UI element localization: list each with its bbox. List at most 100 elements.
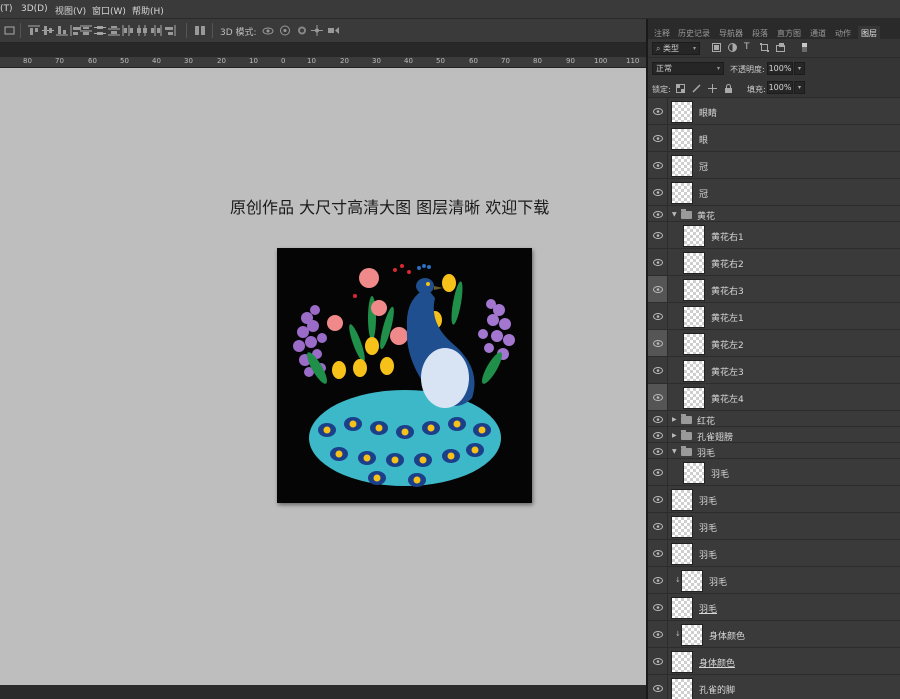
menu-item-type[interactable]: (T) <box>0 4 13 14</box>
menu-item-help[interactable]: 帮助(H) <box>132 4 164 17</box>
visibility-eye-icon[interactable] <box>648 179 668 205</box>
layer-row[interactable]: 黄花左3 <box>648 357 900 384</box>
layer-group-row[interactable]: ▶ 孔雀翅膀 <box>648 427 900 443</box>
visibility-eye-icon[interactable] <box>648 249 668 275</box>
layer-row[interactable]: 羽毛 <box>648 486 900 513</box>
pixel-filter-icon[interactable] <box>712 43 721 52</box>
visibility-eye-icon[interactable] <box>648 459 668 485</box>
layer-row[interactable]: 黄花左2 <box>648 330 900 357</box>
visibility-eye-icon[interactable] <box>648 152 668 178</box>
visibility-eye-icon[interactable] <box>648 357 668 383</box>
visibility-eye-icon[interactable] <box>648 675 668 699</box>
tab-navigator[interactable]: 导航器 <box>719 28 743 39</box>
fill-dropdown-button[interactable]: ▾ <box>794 81 805 94</box>
canvas-area[interactable]: 原创作品 大尺寸高清大图 图层清晰 欢迎下载 <box>0 68 646 685</box>
opacity-input[interactable]: 100% <box>767 62 793 75</box>
distribute-bottom-icon[interactable] <box>108 25 120 36</box>
layer-filter-select[interactable]: ⌕ 类型 ▾ <box>652 42 700 55</box>
layer-row[interactable]: 羽毛 <box>648 513 900 540</box>
visibility-eye-icon[interactable] <box>648 621 668 647</box>
layer-group-row[interactable]: ▶ 红花 <box>648 411 900 427</box>
visibility-eye-icon[interactable] <box>648 384 668 410</box>
layer-row[interactable]: 冠 <box>648 152 900 179</box>
3d-roll-icon[interactable] <box>279 25 291 36</box>
menu-item-3d[interactable]: 3D(D) <box>21 4 48 14</box>
visibility-eye-icon[interactable] <box>648 411 668 426</box>
tab-histogram[interactable]: 直方图 <box>777 28 801 39</box>
visibility-eye-icon[interactable] <box>648 222 668 248</box>
distribute-left-icon[interactable] <box>122 25 134 36</box>
group-collapse-chevron-right-icon[interactable]: ▶ <box>672 416 677 423</box>
tab-actions[interactable]: 动作 <box>835 28 851 39</box>
visibility-eye-icon[interactable] <box>648 427 668 442</box>
3d-rotate-icon[interactable] <box>262 25 274 36</box>
layer-row[interactable]: 羽毛 <box>648 594 900 621</box>
group-collapse-chevron-right-icon[interactable]: ▶ <box>672 432 677 439</box>
smart-object-filter-icon[interactable] <box>776 43 785 52</box>
layer-row[interactable]: ↓ 身体颜色 <box>648 621 900 648</box>
layer-row[interactable]: 眼 <box>648 125 900 152</box>
layer-row[interactable]: 羽毛 <box>648 459 900 486</box>
layer-row[interactable]: 黄花左1 <box>648 303 900 330</box>
auto-align-icon[interactable] <box>194 25 206 36</box>
visibility-eye-icon[interactable] <box>648 513 668 539</box>
visibility-eye-icon[interactable] <box>648 206 668 221</box>
transform-icon[interactable] <box>4 25 16 36</box>
layer-row[interactable]: 羽毛 <box>648 540 900 567</box>
3d-drag-icon[interactable] <box>296 25 308 36</box>
visibility-eye-icon[interactable] <box>648 567 668 593</box>
align-bottom-icon[interactable] <box>56 25 68 36</box>
visibility-eye-icon[interactable] <box>648 303 668 329</box>
3d-scale-icon[interactable] <box>327 25 339 36</box>
layer-group-row[interactable]: ▼ 黄花 <box>648 206 900 222</box>
visibility-eye-icon[interactable] <box>648 648 668 674</box>
layer-row[interactable]: 黄花右2 <box>648 249 900 276</box>
adjustment-filter-icon[interactable] <box>728 43 737 52</box>
lock-transparent-icon[interactable] <box>676 84 685 93</box>
distribute-top-icon[interactable] <box>80 25 92 36</box>
layers-list[interactable]: 眼睛眼冠冠 ▼ 黄花 黄花右1 黄花右2 黄花右3 黄花左1 黄花左2 黄花左3 黄花左4 ▶ 红花 ▶… <box>648 98 900 699</box>
layer-row[interactable]: 眼睛 <box>648 98 900 125</box>
tab-paragraph[interactable]: 段落 <box>752 28 768 39</box>
3d-slide-icon[interactable] <box>311 25 323 36</box>
visibility-eye-icon[interactable] <box>648 443 668 458</box>
blend-mode-select[interactable]: 正常 ▾ <box>652 62 724 75</box>
align-top-icon[interactable] <box>28 25 40 36</box>
type-filter-icon[interactable]: T <box>744 43 753 52</box>
visibility-eye-icon[interactable] <box>648 276 668 302</box>
visibility-eye-icon[interactable] <box>648 330 668 356</box>
layer-row[interactable]: 黄花右3 <box>648 276 900 303</box>
layer-group-row[interactable]: ▼ 羽毛 <box>648 443 900 459</box>
visibility-eye-icon[interactable] <box>648 594 668 620</box>
layer-row[interactable]: 冠 <box>648 179 900 206</box>
layer-row[interactable]: 黄花右1 <box>648 222 900 249</box>
lock-pixels-brush-icon[interactable] <box>692 84 701 93</box>
visibility-eye-icon[interactable] <box>648 125 668 151</box>
menu-item-view[interactable]: 视图(V) <box>55 4 86 17</box>
layer-row[interactable]: ↓ 羽毛 <box>648 567 900 594</box>
group-expand-chevron-down-icon[interactable]: ▼ <box>672 211 677 218</box>
distribute-right-icon[interactable] <box>150 25 162 36</box>
layer-row[interactable]: 黄花左4 <box>648 384 900 411</box>
lock-all-icon[interactable] <box>724 84 733 93</box>
layer-row[interactable]: 身体颜色 <box>648 648 900 675</box>
tab-channels[interactable]: 通道 <box>810 28 826 39</box>
opacity-dropdown-button[interactable]: ▾ <box>794 62 805 75</box>
menu-item-window[interactable]: 窗口(W) <box>92 4 126 17</box>
layer-row[interactable]: 孔雀的脚 <box>648 675 900 699</box>
align-vcenter-icon[interactable] <box>42 25 54 36</box>
visibility-eye-icon[interactable] <box>648 540 668 566</box>
distribute-vcenter-icon[interactable] <box>94 25 106 36</box>
align-right-icon[interactable] <box>164 25 176 36</box>
options-bar: 3D 模式: <box>0 19 648 43</box>
filter-toggle-icon[interactable] <box>800 43 809 52</box>
visibility-eye-icon[interactable] <box>648 98 668 124</box>
tab-notes[interactable]: 注释 <box>654 28 670 39</box>
distribute-hcenter-icon[interactable] <box>136 25 148 36</box>
shape-filter-icon[interactable] <box>760 43 769 52</box>
group-expand-chevron-down-icon[interactable]: ▼ <box>672 448 677 455</box>
visibility-eye-icon[interactable] <box>648 486 668 512</box>
lock-position-move-icon[interactable] <box>708 84 717 93</box>
fill-input[interactable]: 100% <box>767 81 793 94</box>
tab-history[interactable]: 历史记录 <box>678 28 710 39</box>
